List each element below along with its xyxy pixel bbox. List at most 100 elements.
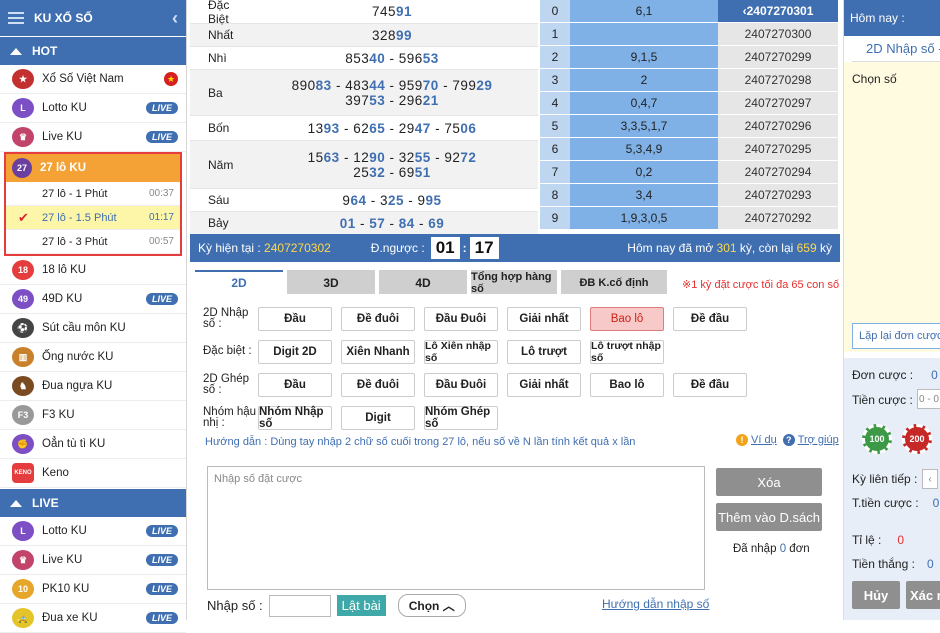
bet-type-button[interactable]: Đề đuôi <box>341 372 415 397</box>
bet-numbers-textarea[interactable]: Nhập số đặt cược <box>207 466 705 590</box>
sidebar-item[interactable]: ♛ Live KU LIVE <box>0 123 186 152</box>
bet-type-button[interactable]: Đề đầu <box>673 372 747 397</box>
bet-type-button[interactable]: Digit <box>341 405 415 430</box>
sidebar-item[interactable]: ▥ Ống nước KU <box>0 343 186 372</box>
period-link[interactable]: 2407270299 <box>718 46 838 68</box>
bet-type-button[interactable]: Xiên Nhanh <box>341 339 415 364</box>
digit-values: 5,3,4,9 <box>570 138 718 160</box>
number-line: 2532 - 6951 <box>353 165 431 180</box>
bet-type-button[interactable]: Nhóm Ghép số <box>424 405 498 430</box>
money-input[interactable]: 0 - 0 <box>917 389 940 409</box>
prize-number: 01 <box>339 215 356 231</box>
bet-type-button[interactable]: Digit 2D <box>258 339 332 364</box>
period-link[interactable]: 2407270295 <box>718 138 838 160</box>
prize-numbers: 01 - 57 - 84 - 69 <box>246 212 538 234</box>
period-link[interactable]: 2407270296 <box>718 115 838 137</box>
number-input[interactable] <box>268 594 331 617</box>
example-link[interactable]: Ví dụ <box>751 434 777 446</box>
chip-200[interactable]: 200 <box>902 424 932 454</box>
add-to-list-button[interactable]: Thêm vào D.sách <box>716 503 822 531</box>
sidebar-item[interactable]: F3 F3 KU <box>0 401 186 430</box>
period-link[interactable]: 2407270298 <box>718 69 838 91</box>
stats-row: 1 2407270300 <box>540 23 840 46</box>
digit: 7 <box>540 161 570 183</box>
live-badge: LIVE <box>145 554 178 566</box>
27-lo-icon: 27 <box>12 158 32 178</box>
period-link[interactable]: 2407270297 <box>718 92 838 114</box>
tab-4[interactable]: ĐB K.cố định <box>561 270 667 294</box>
section-hot[interactable]: HOT <box>0 37 186 65</box>
bet-type-button[interactable]: Đầu Đuôi <box>424 372 498 397</box>
sidebar-item[interactable]: ✊ Oẳn tù tì KU <box>0 430 186 459</box>
bet-type-button[interactable]: Đầu Đuôi <box>424 306 498 331</box>
game-icon: ♛ <box>12 550 34 570</box>
game-icon: 18 <box>12 260 34 280</box>
sidebar-item[interactable]: L Lotto KU LIVE <box>0 517 186 546</box>
period-link[interactable]: 2407270292 <box>718 207 838 229</box>
sidebar-item[interactable]: 18 18 lô KU <box>0 256 186 285</box>
sub-item[interactable]: 27 lô - 1 Phút 00:37 <box>6 182 180 206</box>
chevron-up-icon: ︿ <box>442 599 455 613</box>
digit: 8 <box>540 184 570 206</box>
number-line: 85340 - 59653 <box>345 51 439 66</box>
period-link[interactable]: 2407270294 <box>718 161 838 183</box>
result-row: Năm 1563 - 1290 - 3255 - 9272 2532 - 6951 <box>190 141 538 189</box>
period-header[interactable]: ‹ 2407270301 <box>718 0 838 22</box>
bet-type-button[interactable]: Lô trượt nhập số <box>590 339 664 364</box>
bet-type-button[interactable]: Đề đuôi <box>341 306 415 331</box>
bet-type-button[interactable]: Giải nhất <box>507 306 581 331</box>
group-header[interactable]: 27 27 lô KU <box>6 154 180 182</box>
consecutive-select[interactable]: ‹ <box>922 469 938 489</box>
period-link[interactable]: 2407270300 <box>718 23 838 45</box>
bet-type-button[interactable]: Bao lô <box>590 306 664 331</box>
separator: - <box>339 120 354 136</box>
game-icon: ♞ <box>12 376 34 396</box>
bet-type-button[interactable]: Đầu <box>258 306 332 331</box>
sidebar-item-label: Oẳn tù tì KU <box>42 438 106 450</box>
sub-item[interactable]: 27 lô - 3 Phút 00:57 <box>6 230 180 254</box>
tab-3[interactable]: Tổng hợp hàng số <box>471 270 557 295</box>
sidebar-item[interactable]: 49 49D KU LIVE <box>0 285 186 314</box>
prize-number: 32899 <box>371 27 413 43</box>
bet-type-button[interactable]: Bao lô <box>590 372 664 397</box>
sidebar-item[interactable]: ♞ Đua ngựa KU <box>0 372 186 401</box>
cancel-button[interactable]: Hủy <box>852 581 900 609</box>
bet-type-button[interactable]: Giải nhất <box>507 372 581 397</box>
tab-2[interactable]: 4D <box>379 270 467 294</box>
bet-type-button[interactable]: Lô trượt <box>507 339 581 364</box>
confirm-button[interactable]: Xác nhận <box>906 581 940 609</box>
choose-dropdown[interactable]: Chọn ︿ <box>397 594 466 617</box>
chip-100[interactable]: 100 <box>862 424 892 454</box>
sub-item[interactable]: ✔ 27 lô - 1.5 Phút 01:17 <box>6 206 180 230</box>
prize-numbers: 74591 <box>246 0 538 23</box>
sidebar-item[interactable]: KENO Keno <box>0 459 186 488</box>
sidebar-item[interactable]: ⚽ Sút cầu môn KU <box>0 314 186 343</box>
tab-0[interactable]: 2D <box>195 270 283 294</box>
clear-button[interactable]: Xóa <box>716 468 822 496</box>
sidebar-item[interactable]: ★ Xổ Số Việt Nam ★ <box>0 65 186 94</box>
period-link[interactable]: 2407270293 <box>718 184 838 206</box>
help-link[interactable]: Trợ giúp <box>798 434 839 446</box>
chevron-left-icon[interactable]: ‹ <box>172 8 178 29</box>
prize-label: Nhất <box>208 28 234 42</box>
sidebar-item[interactable]: L Lotto KU LIVE <box>0 94 186 123</box>
digit: 0 <box>540 0 570 22</box>
sidebar-item[interactable]: 10 PK10 KU LIVE <box>0 575 186 604</box>
input-guide-link[interactable]: Hướng dẫn nhập số <box>602 597 709 611</box>
flip-button[interactable]: Lật bài <box>336 595 386 616</box>
sidebar-item-label: Live KU <box>42 554 83 566</box>
bet-type-button[interactable]: Nhóm Nhập số <box>258 405 332 430</box>
section-live[interactable]: LIVE <box>0 489 186 517</box>
tab-1[interactable]: 3D <box>287 270 375 294</box>
sidebar-item[interactable]: ♛ Live KU LIVE <box>0 546 186 575</box>
separator: - <box>430 120 445 136</box>
bet-type-button[interactable]: Đề đầu <box>673 306 747 331</box>
repeat-bet-button[interactable]: Lặp lại đơn cược <box>852 323 940 349</box>
sidebar-item[interactable]: 🚕 Đua xe KU LIVE <box>0 604 186 633</box>
right-tab-2d[interactable]: 2D Nhập số - <box>852 36 940 62</box>
countdown-min: 01 <box>430 237 460 259</box>
menu-icon[interactable] <box>8 12 24 24</box>
prize-number: 6265 <box>353 120 386 136</box>
bet-type-button[interactable]: Đầu <box>258 372 332 397</box>
bet-type-button[interactable]: Lô Xiên nhập số <box>424 339 498 364</box>
